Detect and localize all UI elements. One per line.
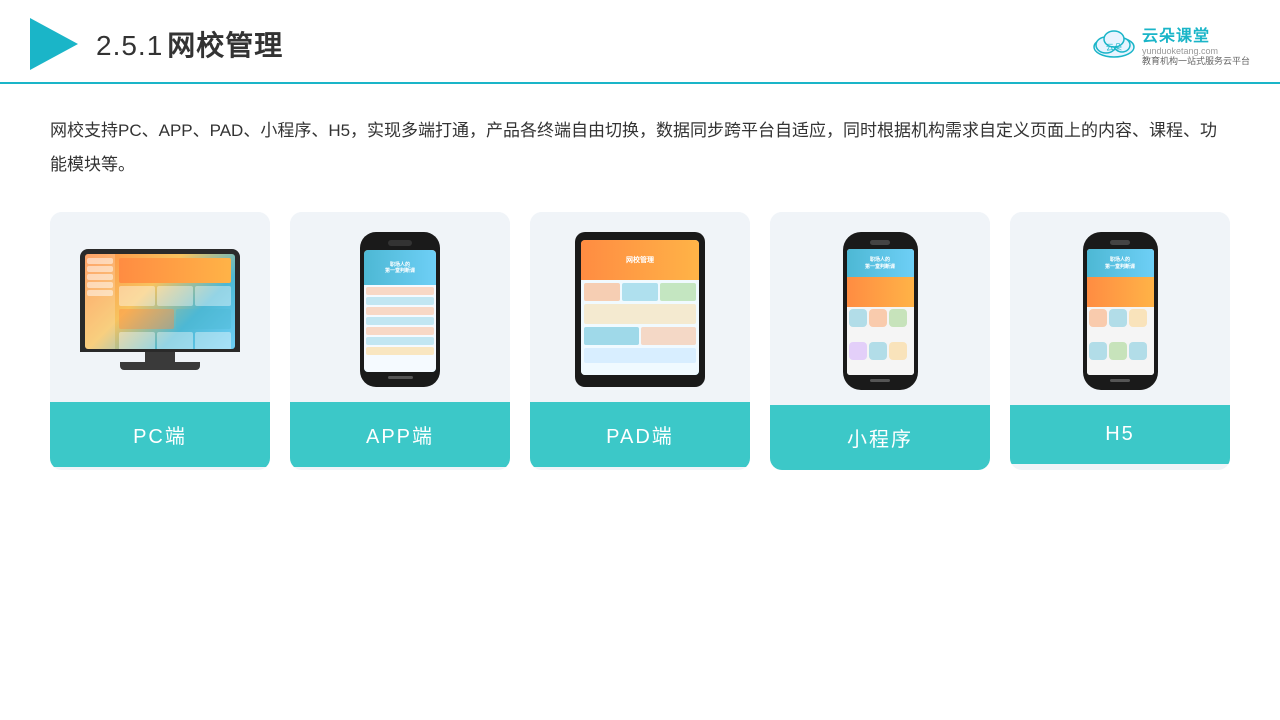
header-left: 2.5.1网校管理 [30,18,283,70]
miniapp-phone-mockup: 职场人的第一堂判断课 [843,232,918,390]
pc-card: PC端 [50,212,270,470]
app-phone-mockup: 职场人的第一堂判断课 [360,232,440,387]
pc-mockup [80,249,240,370]
app-card: 职场人的第一堂判断课 [290,212,510,470]
brand-text: 云朵课堂 yunduoketang.com 教育机构一站式服务云平台 [1142,22,1250,67]
h5-image-area: 职场人的第一堂判断课 [1010,212,1230,405]
pc-neck [145,352,175,362]
miniapp-label: 小程序 [770,405,990,470]
cloud-icon: 云朵 [1092,29,1136,59]
pad-screen: 网校管理 [581,240,699,375]
brand-url: yunduoketang.com [1142,46,1218,56]
miniapp-image-area: 职场人的第一堂判断课 [770,212,990,405]
svg-text:云朵: 云朵 [1106,43,1122,52]
h5-label: H5 [1010,405,1230,464]
app-phone-screen: 职场人的第一堂判断课 [364,250,436,372]
header: 2.5.1网校管理 云朵 云朵课堂 yunduoketang.com 教育机构一… [0,0,1280,84]
h5-phone-screen: 职场人的第一堂判断课 [1087,249,1154,375]
logo-arrow-icon [30,18,78,70]
pc-screen [85,254,235,349]
pc-base [120,362,200,370]
pad-mockup: 网校管理 [575,232,705,387]
brand-name: 云朵课堂 [1142,22,1210,46]
pad-image-area: 网校管理 [530,212,750,402]
cards-container: PC端 职场人的第一堂判断课 [50,212,1230,470]
main-content: 网校支持PC、APP、PAD、小程序、H5，实现多端打通，产品各终端自由切换，数… [0,84,1280,490]
pc-screen-outer [80,249,240,352]
h5-home-bar [1110,379,1130,382]
pc-image-area [50,212,270,402]
app-home-bar [388,376,413,379]
brand-slogan: 教育机构一站式服务云平台 [1142,56,1250,67]
miniapp-phone-body: 职场人的第一堂判断课 [843,232,918,390]
app-label: APP端 [290,402,510,467]
pad-body: 网校管理 [575,232,705,387]
app-phone-body: 职场人的第一堂判断课 [360,232,440,387]
pad-card: 网校管理 [530,212,750,470]
pad-label: PAD端 [530,402,750,467]
h5-phone-body: 职场人的第一堂判断课 [1083,232,1158,390]
pc-label: PC端 [50,402,270,467]
miniapp-phone-notch [870,240,890,245]
h5-phone-mockup: 职场人的第一堂判断课 [1083,232,1158,390]
h5-card: 职场人的第一堂判断课 [1010,212,1230,470]
miniapp-home-bar [870,379,890,382]
description-text: 网校支持PC、APP、PAD、小程序、H5，实现多端打通，产品各终端自由切换，数… [50,114,1230,182]
header-right: 云朵 云朵课堂 yunduoketang.com 教育机构一站式服务云平台 [1092,22,1250,67]
h5-phone-notch [1110,240,1130,245]
page-title: 2.5.1网校管理 [96,24,283,64]
app-phone-notch [388,240,412,246]
app-image-area: 职场人的第一堂判断课 [290,212,510,402]
brand-logo: 云朵 云朵课堂 yunduoketang.com 教育机构一站式服务云平台 [1092,22,1250,67]
miniapp-phone-screen: 职场人的第一堂判断课 [847,249,914,375]
miniapp-card: 职场人的第一堂判断课 [770,212,990,470]
